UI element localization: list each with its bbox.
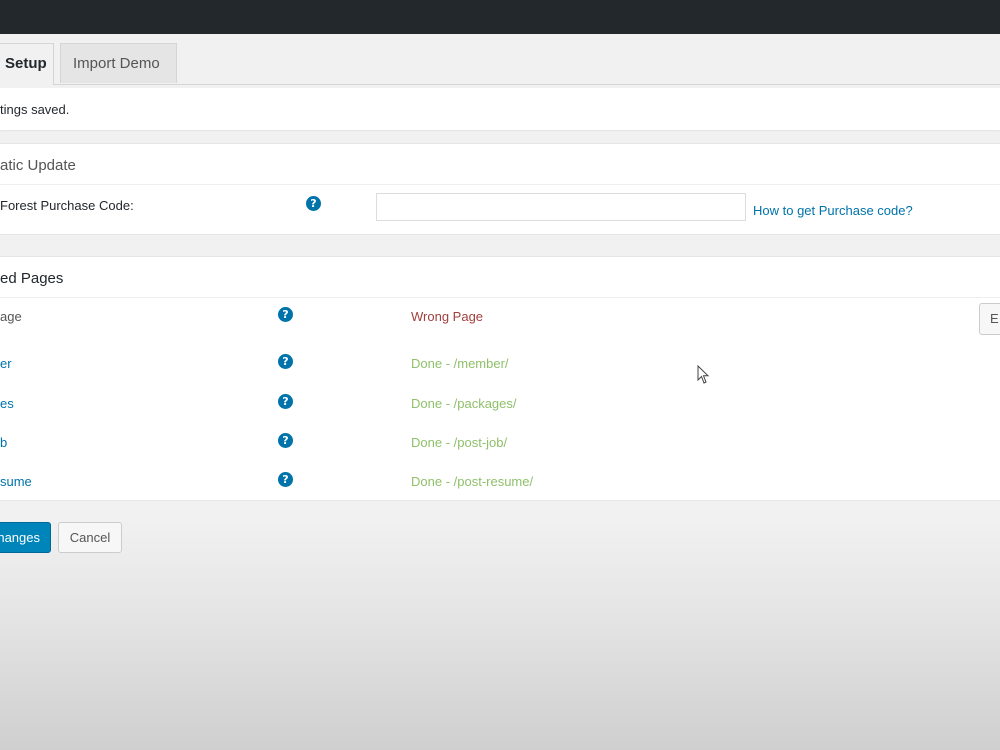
edit-page-button[interactable]: E — [979, 303, 1000, 335]
page-label: age — [0, 309, 22, 324]
notice-text: tings saved. — [0, 102, 70, 117]
help-icon[interactable]: ? — [278, 307, 293, 322]
tab-import-demo[interactable]: Import Demo — [60, 43, 177, 83]
page-link[interactable]: b — [0, 435, 7, 450]
purchase-code-label: Forest Purchase Code: — [0, 198, 134, 213]
required-pages-panel: ed Pages — [0, 256, 1000, 501]
save-changes-button[interactable]: hanges — [0, 522, 51, 553]
page-status: Done - /post-resume/ — [411, 474, 534, 489]
panel-header: atic Update — [0, 144, 1000, 185]
admin-bar — [0, 0, 1000, 34]
mouse-cursor-icon — [697, 365, 710, 384]
purchase-code-help-link[interactable]: How to get Purchase code? — [753, 203, 913, 218]
page-link[interactable]: es — [0, 396, 14, 411]
help-icon[interactable]: ? — [278, 472, 293, 487]
panel-title: ed Pages — [0, 270, 64, 287]
automatic-update-panel: atic Update — [0, 143, 1000, 235]
panel-title: atic Update — [0, 157, 76, 174]
page-link[interactable]: sume — [0, 474, 32, 489]
panel-header: ed Pages — [0, 257, 1000, 298]
page-status: Done - /post-job/ — [411, 435, 508, 450]
tab-bar: Setup Import Demo — [0, 34, 1000, 85]
help-icon[interactable]: ? — [278, 354, 293, 369]
settings-saved-notice: tings saved. — [0, 88, 1000, 130]
cancel-button[interactable]: Cancel — [58, 522, 122, 553]
tab-setup[interactable]: Setup — [0, 43, 54, 85]
page-status: Done - /member/ — [411, 356, 509, 371]
page-link[interactable]: er — [0, 356, 12, 371]
page-status: Wrong Page — [411, 309, 484, 324]
help-icon[interactable]: ? — [278, 433, 293, 448]
help-icon[interactable]: ? — [306, 196, 321, 211]
purchase-code-input[interactable] — [376, 193, 746, 221]
help-icon[interactable]: ? — [278, 394, 293, 409]
page-status: Done - /packages/ — [411, 396, 517, 411]
